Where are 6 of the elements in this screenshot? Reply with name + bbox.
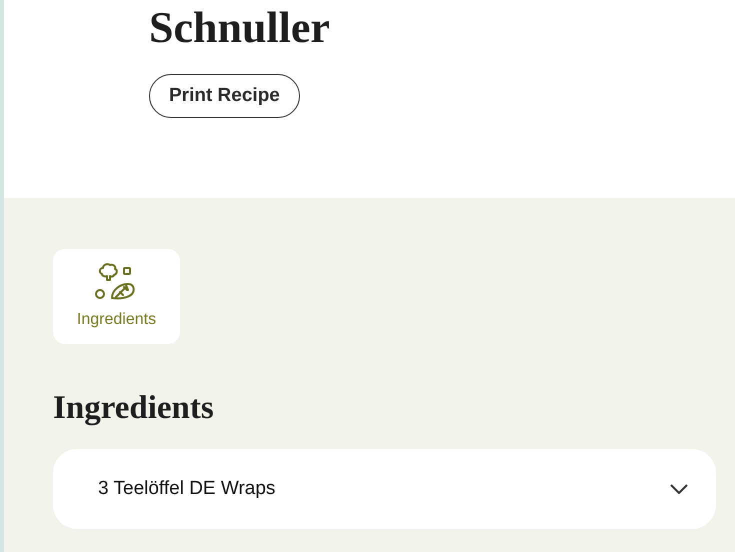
print-recipe-button[interactable]: Print Recipe (149, 74, 300, 118)
recipe-title: Schnuller (149, 6, 330, 50)
ingredient-row[interactable]: 3 Teelöffel DE Wraps (53, 449, 716, 529)
section-heading: Ingredients (53, 392, 214, 425)
chevron-icon (670, 484, 688, 494)
ingredients-tab[interactable]: Ingredients (53, 249, 180, 344)
